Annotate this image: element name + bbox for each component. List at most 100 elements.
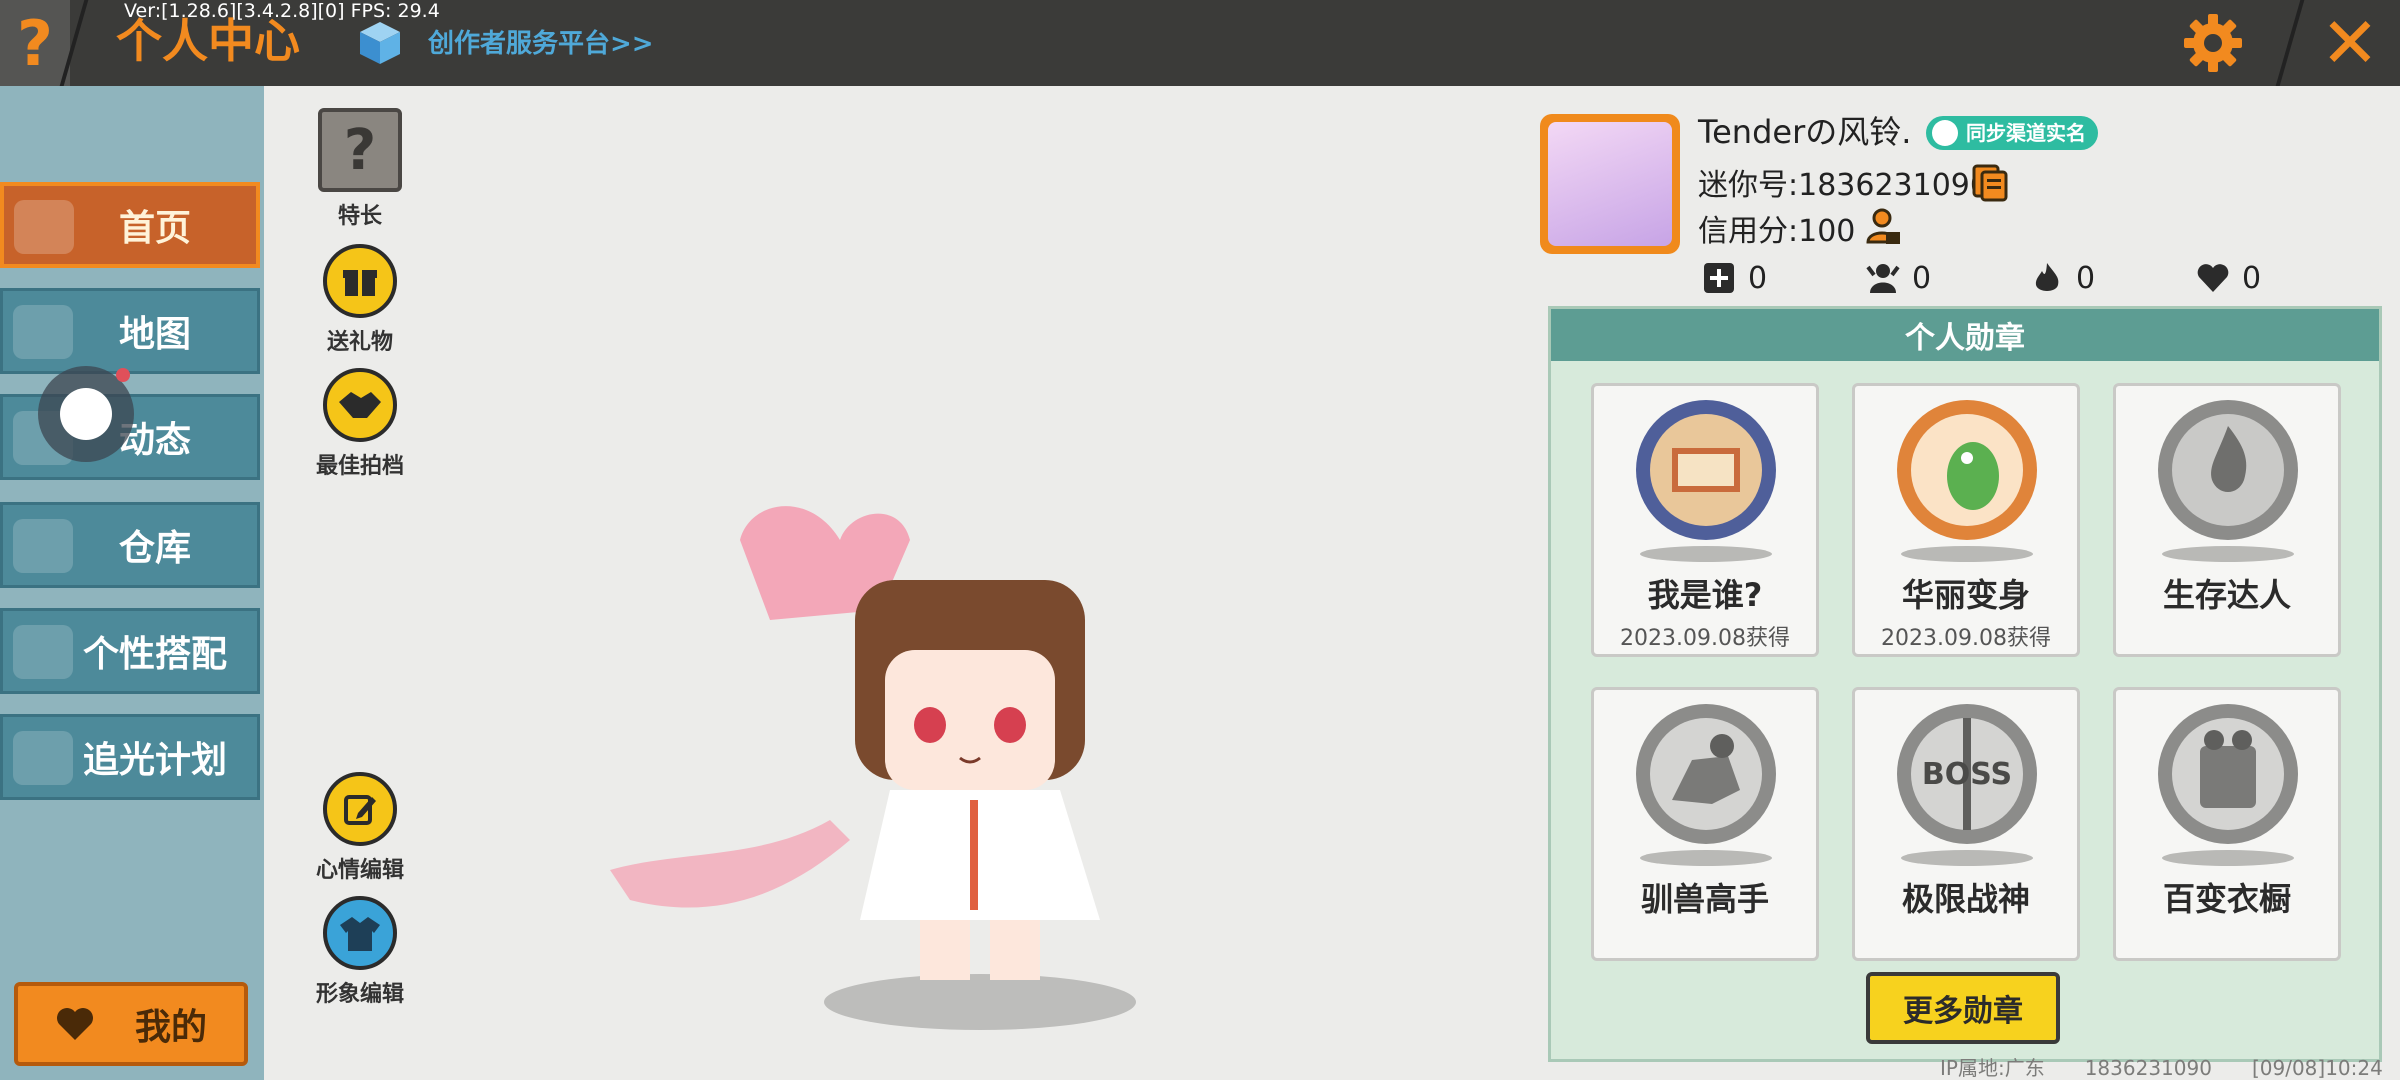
more-medals-button[interactable]: 更多勋章: [1866, 972, 2060, 1044]
user-icon: [1932, 120, 1958, 146]
mine-button-label: 我的: [134, 1007, 207, 1048]
sync-realname-label: 同步渠道实名: [1966, 121, 2086, 145]
stat-fans[interactable]: 0: [1866, 258, 1931, 298]
talent-button[interactable]: ? 特长: [300, 108, 420, 230]
medal-shadow: [2162, 546, 2294, 562]
box-icon: [13, 519, 73, 573]
medal-card-war-god[interactable]: BOSS 极限战神: [1852, 687, 2080, 961]
mini-id: 迷你号:1836231090: [1698, 168, 1989, 203]
sidebar: 首页 地图 动态 仓库 个性搭配 追光计划: [0, 86, 264, 1080]
mood-edit-button[interactable]: 心情编辑: [300, 772, 420, 884]
sidebar-item-home[interactable]: 首页: [0, 182, 260, 268]
stat-popularity-value: 0: [2076, 260, 2096, 296]
medal-card-beast-tamer[interactable]: 驯兽高手: [1591, 687, 1819, 961]
send-gift-button[interactable]: 送礼物: [300, 244, 420, 356]
avatar[interactable]: [1540, 114, 1680, 254]
stat-popularity[interactable]: 0: [2030, 258, 2095, 298]
medal-shadow: [1901, 546, 2033, 562]
credit-user-icon[interactable]: [1866, 208, 1902, 246]
medal-shadow: [1640, 850, 1772, 866]
footer-info: IP属地:广东 1836231090 [09/08]10:24: [1940, 1056, 2383, 1080]
handshake-icon: [323, 368, 397, 442]
floating-assist-dot: [60, 388, 112, 440]
send-gift-label: 送礼物: [326, 330, 393, 355]
medal-boss-icon: BOSS: [1897, 704, 2037, 844]
medal-name: 百变衣橱: [2162, 880, 2291, 918]
sidebar-item-warehouse[interactable]: 仓库: [0, 502, 260, 588]
medal-date: 2023.09.08获得: [1881, 626, 2051, 651]
medal-name: 极限战神: [1901, 880, 2030, 918]
medal-name: 我是谁?: [1647, 576, 1763, 614]
gear-icon[interactable]: [2180, 10, 2246, 76]
medal-card-wardrobe[interactable]: 百变衣橱: [2113, 687, 2341, 961]
player-character[interactable]: [600, 500, 1160, 1040]
edit-icon: [323, 772, 397, 846]
stat-posts[interactable]: 0: [1702, 258, 1767, 298]
footer-uid: 1836231090: [2084, 1056, 2212, 1080]
avatar-edit-button[interactable]: 形象编辑: [300, 896, 420, 1008]
hearts-icon: [2197, 264, 2229, 292]
stat-likes-value: 0: [2242, 260, 2262, 296]
medal-card-who-am-i[interactable]: 我是谁? 2023.09.08获得: [1591, 383, 1819, 657]
sidebar-item-label: 个性搭配: [82, 634, 227, 675]
medal-panel: 个人勋章 我是谁? 2023.09.08获得 华丽变身 2023.09.08获得…: [1548, 306, 2382, 1062]
clothing-icon: [323, 896, 397, 970]
fire-icon: [2035, 263, 2059, 291]
profile-name: Tenderの风铃.: [1698, 113, 1912, 151]
best-partner-label: 最佳拍档: [315, 454, 404, 479]
add-post-icon: [1704, 263, 1734, 293]
gift-icon: [323, 244, 397, 318]
stat-posts-value: 0: [1748, 260, 1768, 296]
credit-score: 信用分:100: [1698, 214, 1856, 249]
creator-platform-link[interactable]: 创作者服务平台>>: [428, 24, 654, 64]
mine-button[interactable]: 我的: [14, 982, 248, 1066]
sync-realname-badge[interactable]: 同步渠道实名: [1926, 116, 2098, 150]
medal-shadow: [1640, 546, 1772, 562]
close-button[interactable]: ✕: [2300, 0, 2400, 86]
copy-icon[interactable]: [1972, 164, 2008, 202]
notification-dot: [116, 368, 130, 382]
house-icon: [14, 200, 74, 254]
medal-wardrobe-icon: [2158, 704, 2298, 844]
medal-date: 2023.09.08获得: [1620, 626, 1790, 651]
medal-name: 驯兽高手: [1640, 880, 1769, 918]
sidebar-item-outfit[interactable]: 个性搭配: [0, 608, 260, 694]
chest-icon: [13, 731, 73, 785]
sidebar-item-light-plan[interactable]: 追光计划: [0, 714, 260, 800]
mood-edit-label: 心情编辑: [315, 858, 404, 883]
stat-likes[interactable]: 0: [2196, 258, 2261, 298]
medal-campfire-icon: [2158, 400, 2298, 540]
sidebar-item-label: 仓库: [118, 528, 191, 569]
medal-postcard-icon: [1636, 400, 1776, 540]
map-icon: [13, 305, 73, 359]
medal-panel-title: 个人勋章: [1551, 309, 2379, 361]
medal-tamer-icon: [1636, 704, 1776, 844]
medal-name: 生存达人: [2162, 576, 2291, 614]
avatar-edit-label: 形象编辑: [315, 982, 404, 1007]
medal-name: 华丽变身: [1901, 576, 2030, 614]
question-icon: ?: [318, 108, 402, 192]
heart-icon: [56, 1008, 93, 1040]
top-bar: ? Ver:[1.28.6][3.4.2.8][0] FPS: 29.4 个人中…: [0, 0, 2400, 86]
best-partner-button[interactable]: 最佳拍档: [300, 368, 420, 480]
medal-shadow: [1901, 850, 2033, 866]
medal-dinosaur-icon: [1897, 400, 2037, 540]
ip-location: IP属地:广东: [1940, 1056, 2045, 1080]
sidebar-item-label: 追光计划: [82, 740, 227, 781]
sidebar-item-label: 首页: [118, 208, 191, 249]
sidebar-item-map[interactable]: 地图: [0, 288, 260, 374]
stat-fans-value: 0: [1912, 260, 1932, 296]
svg-text:BOSS: BOSS: [1922, 757, 2012, 792]
fans-icon: [1866, 264, 1900, 293]
page-title: 个人中心: [116, 14, 300, 68]
sidebar-item-label: 地图: [118, 314, 191, 355]
character-icon: [13, 625, 73, 679]
avatar-image: [1548, 122, 1672, 246]
talent-label: 特长: [337, 204, 382, 229]
medal-shadow: [2162, 850, 2294, 866]
medal-card-survival-expert[interactable]: 生存达人: [2113, 383, 2341, 657]
footer-timestamp: [09/08]10:24: [2251, 1056, 2383, 1080]
help-button[interactable]: ?: [0, 0, 70, 86]
cube-icon[interactable]: [356, 18, 404, 66]
medal-card-transformation[interactable]: 华丽变身 2023.09.08获得: [1852, 383, 2080, 657]
